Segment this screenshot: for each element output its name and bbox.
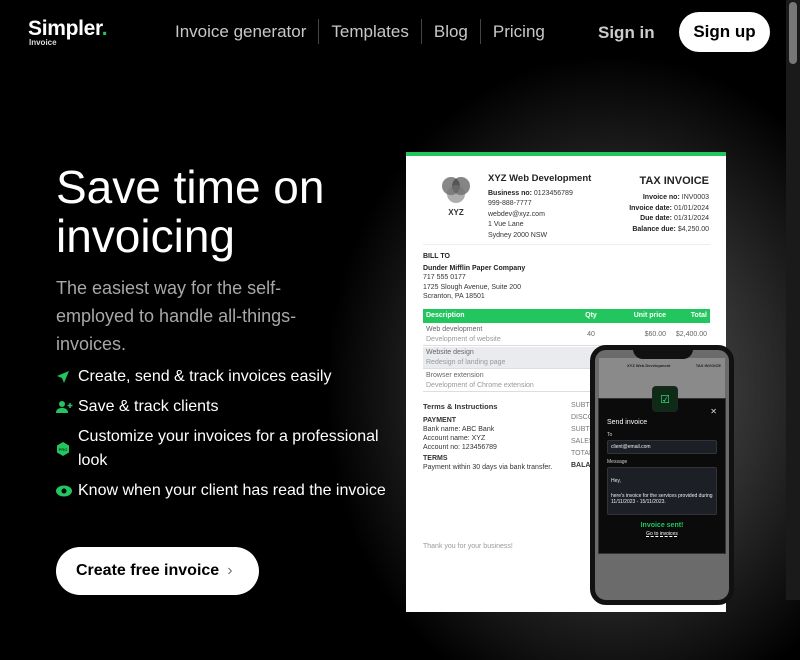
sign-in-link[interactable]: Sign in: [598, 23, 655, 43]
chevron-right-icon: ›: [227, 562, 233, 579]
send-icon: [56, 365, 78, 389]
send-invoice-modal: ☑ ✕ Send invoice To client@email.com Mes…: [598, 386, 726, 554]
svg-text:PRO: PRO: [59, 447, 68, 452]
nav-link-templates[interactable]: Templates: [318, 19, 420, 44]
eye-icon: [56, 479, 78, 503]
scrollbar[interactable]: [786, 0, 800, 600]
feature-item: Save & track clients: [56, 395, 396, 419]
create-free-invoice-button[interactable]: Create free invoice ›: [56, 547, 259, 595]
user-plus-icon: [56, 395, 78, 419]
close-icon[interactable]: ✕: [710, 407, 717, 416]
top-nav: Simpler. Invoice Invoice generator Templa…: [0, 0, 786, 64]
items-table-header: Description Qty Unit price Total: [423, 309, 710, 323]
nav-link-blog[interactable]: Blog: [420, 19, 480, 44]
invoice-sent-status: Invoice sent!: [640, 522, 684, 529]
nav-link-invoice-generator[interactable]: Invoice generator: [163, 19, 318, 44]
feature-item: PRO Customize your invoices for a profess…: [56, 425, 396, 473]
invoice-title: TAX INVOICE: [639, 175, 709, 187]
message-textarea[interactable]: Hey, here's invoice for the services prov…: [607, 467, 717, 515]
feature-item: Create, send & track invoices easily: [56, 365, 396, 389]
nav-link-pricing[interactable]: Pricing: [479, 19, 557, 44]
scrollbar-thumb[interactable]: [789, 2, 797, 64]
phone-notch: [633, 350, 693, 359]
pro-badge-icon: PRO: [56, 425, 78, 473]
nav-links: Invoice generator Templates Blog Pricing: [163, 19, 557, 44]
check-icon: ☑: [652, 386, 678, 412]
go-to-invoices-link[interactable]: Go to invoices: [607, 531, 717, 537]
logo[interactable]: Simpler. Invoice: [28, 17, 108, 47]
sign-up-button[interactable]: Sign up: [679, 12, 770, 52]
phone-mockup: XYZ Web Development TAX INVOICE ☑ ✕ Send…: [590, 345, 734, 605]
feature-item: Know when your client has read the invoi…: [56, 479, 396, 503]
hero-title: Save time on invoicing: [56, 161, 325, 262]
to-input[interactable]: client@email.com: [607, 440, 717, 454]
company-logo: XYZ: [436, 174, 476, 218]
table-row: Web development Development of website 40 $…: [423, 324, 710, 346]
hero-subtitle: The easiest way for the self-employed to…: [56, 278, 297, 354]
